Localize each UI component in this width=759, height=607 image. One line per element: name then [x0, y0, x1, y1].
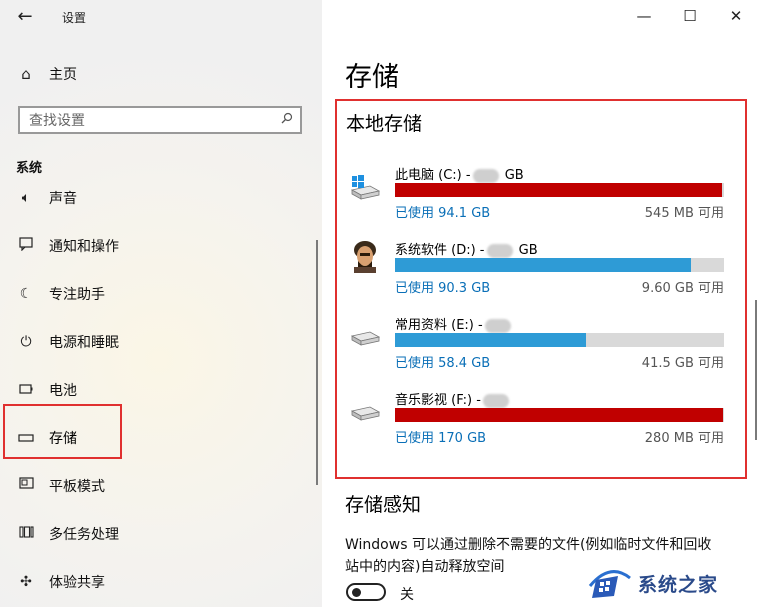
storage-sense-title: 存储感知 [345, 494, 422, 516]
watermark-logo-icon [588, 570, 631, 598]
sidebar-item-label: 多任务处理 [49, 527, 119, 543]
page-title: 存储 [345, 62, 399, 93]
home-nav-item[interactable]: ⌂ 主页 [16, 62, 306, 86]
sidebar-item-label: 声音 [49, 191, 77, 207]
usage-bar [395, 408, 724, 422]
watermark-text: 系统之家 [638, 573, 719, 596]
maximize-icon[interactable]: ☐ [667, 0, 713, 34]
drive-f[interactable]: 音乐影视 (F:) - 已使用 170 GB 280 MB 可用 [322, 389, 759, 464]
main-content: — ☐ ✕ 存储 本地存储 此电脑 (C:) - GB 已使用 94.1 GB … [322, 0, 759, 607]
toggle-knob [352, 588, 361, 597]
toggle-state-label: 关 [400, 587, 414, 603]
used-text: 已使用 90.3 GB [395, 281, 491, 296]
windows-drive-icon [348, 170, 382, 204]
sidebar-item-label: 平板模式 [49, 479, 105, 495]
used-text: 已使用 170 GB [395, 431, 487, 446]
sidebar-item-label: 通知和操作 [49, 239, 119, 255]
sidebar-item-shared-experiences[interactable]: ✣ 体验共享 [0, 558, 320, 606]
moon-icon: ☾ [19, 286, 33, 302]
free-text: 545 MB 可用 [644, 206, 724, 221]
home-label: 主页 [49, 67, 77, 83]
watermark: 系统之家 [588, 562, 759, 604]
usage-bar-fill [395, 408, 724, 422]
tablet-icon [16, 477, 36, 495]
drive-c[interactable]: 此电脑 (C:) - GB 已使用 94.1 GB 545 MB 可用 [322, 164, 759, 239]
search-icon[interactable] [274, 112, 300, 128]
search-box[interactable]: 查找设置 [18, 106, 302, 134]
free-text: 41.5 GB 可用 [641, 356, 724, 371]
drive-icon [348, 397, 382, 431]
share-icon: ✣ [20, 574, 32, 590]
sidebar-titlebar: ← 设置 [0, 0, 322, 34]
drive-icon [348, 322, 382, 356]
window-controls: — ☐ ✕ [621, 0, 759, 34]
sidebar-item-label: 电源和睡眠 [49, 335, 119, 351]
sidebar-item-notifications[interactable]: 通知和操作 [0, 222, 320, 270]
message-icon [16, 237, 36, 255]
usage-bar-fill [395, 258, 692, 272]
drive-name: 此电脑 (C:) - GB [395, 168, 524, 183]
storage-highlight-box [3, 404, 122, 459]
back-arrow-icon[interactable]: ← [14, 6, 36, 28]
used-text: 已使用 58.4 GB [395, 356, 491, 371]
sidebar-item-tablet-mode[interactable]: 平板模式 [0, 462, 320, 510]
minimize-icon[interactable]: — [621, 0, 667, 34]
speaker-icon: 🔈︎ [21, 190, 31, 206]
storage-sense-toggle[interactable] [346, 583, 386, 601]
usage-bar [395, 258, 724, 272]
sidebar-item-sound[interactable]: 🔈︎ 声音 [0, 174, 320, 222]
drive-name: 音乐影视 (F:) - [395, 389, 511, 408]
usage-bar-fill [395, 333, 586, 347]
local-storage-title: 本地存储 [346, 113, 423, 135]
multitask-icon [16, 525, 36, 543]
free-text: 9.60 GB 可用 [641, 281, 724, 296]
drive-name: 常用资料 (E:) - [395, 314, 513, 333]
home-icon: ⌂ [21, 65, 31, 83]
power-icon: ⏻ [20, 334, 32, 350]
usage-bar-fill [395, 183, 723, 197]
sidebar-item-power[interactable]: ⏻ 电源和睡眠 [0, 318, 320, 366]
battery-icon [16, 382, 36, 398]
sidebar-item-label: 体验共享 [49, 575, 105, 591]
sidebar-scrollbar[interactable] [316, 240, 318, 485]
main-scrollbar[interactable] [755, 300, 757, 440]
drive-d[interactable]: 系统软件 (D:) - GB 已使用 90.3 GB 9.60 GB 可用 [322, 239, 759, 314]
drive-name: 系统软件 (D:) - GB [395, 243, 538, 258]
settings-sidebar: ← 设置 ⌂ 主页 查找设置 系统 🔈︎ 声音 通知和操作 ☾ 专注助手 ⏻ 电… [0, 0, 322, 607]
close-icon[interactable]: ✕ [713, 0, 759, 34]
free-text: 280 MB 可用 [644, 431, 724, 446]
sidebar-item-label: 专注助手 [49, 287, 105, 303]
usage-bar [395, 333, 724, 347]
sidebar-item-label: 电池 [49, 383, 77, 399]
used-text: 已使用 94.1 GB [395, 206, 491, 221]
search-input[interactable]: 查找设置 [20, 110, 274, 130]
window-title: 设置 [62, 11, 87, 25]
usage-bar [395, 183, 724, 197]
avatar-drive-icon [348, 239, 382, 273]
drive-e[interactable]: 常用资料 (E:) - 已使用 58.4 GB 41.5 GB 可用 [322, 314, 759, 389]
sidebar-item-focus-assist[interactable]: ☾ 专注助手 [0, 270, 320, 318]
sidebar-item-multitasking[interactable]: 多任务处理 [0, 510, 320, 558]
